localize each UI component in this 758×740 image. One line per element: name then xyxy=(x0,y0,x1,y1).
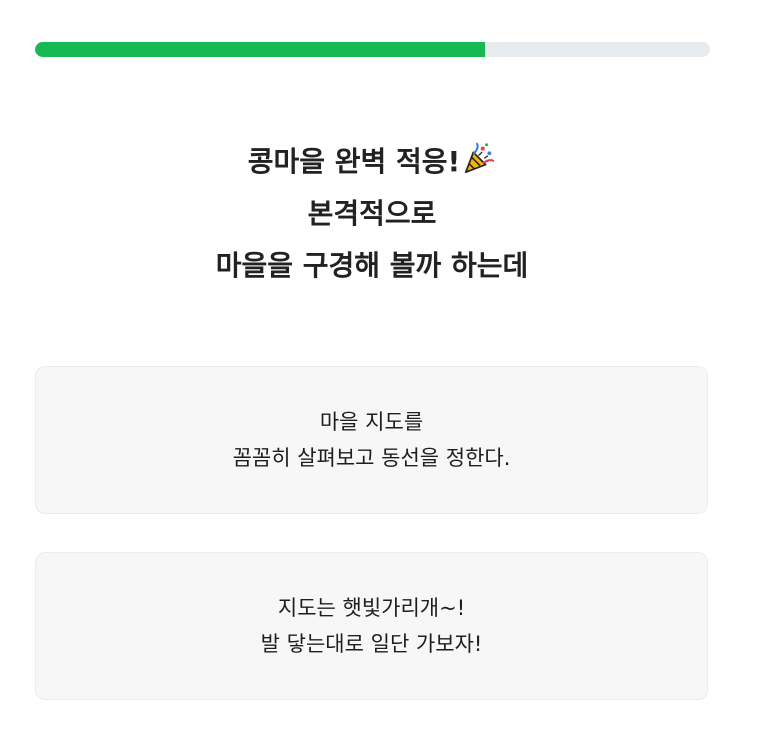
question-line-3: 마을을 구경해 볼까 하는데 xyxy=(215,249,529,282)
answer-option-1-button[interactable]: 마을 지도를 꼼꼼히 살펴보고 동선을 정한다. xyxy=(35,366,708,514)
answer-option-2-line-1: 지도는 햇빛가리개~! xyxy=(277,596,466,620)
progress-bar xyxy=(35,42,710,57)
answer-option-1-line-1: 마을 지도를 xyxy=(319,410,424,434)
answer-option-2-button[interactable]: 지도는 햇빛가리개~! 발 닿는대로 일단 가보자! xyxy=(35,552,708,700)
progress-bar-fill xyxy=(35,42,486,57)
party-popper-icon xyxy=(465,142,495,174)
answer-option-2-line-2: 발 닿는대로 일단 가보자! xyxy=(260,632,483,656)
answer-option-1-line-2: 꼼꼼히 살펴보고 동선을 정한다. xyxy=(232,446,511,470)
question-line-2: 본격적으로 xyxy=(307,197,437,230)
question-line-1: 콩마을 완벽 적응! xyxy=(0,136,744,188)
question-title: 콩마을 완벽 적응! 본격적으로 마을을 구경해 볼까 하는데 xyxy=(0,136,744,292)
